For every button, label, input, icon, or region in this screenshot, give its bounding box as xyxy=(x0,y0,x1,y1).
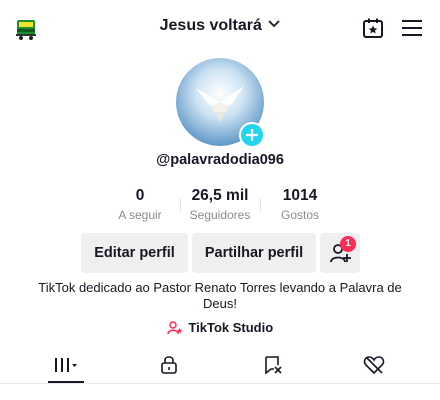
username: @palavradodia096 xyxy=(156,152,284,168)
heart-hidden-icon xyxy=(363,356,385,375)
notification-badge: 1 xyxy=(340,236,356,252)
repost-icon xyxy=(265,356,282,375)
plus-icon xyxy=(246,129,258,141)
active-tab-indicator xyxy=(48,381,84,383)
following-stat[interactable]: 0 A seguir xyxy=(100,186,180,222)
followers-count: 26,5 mil xyxy=(191,187,249,204)
likes-count: 1014 xyxy=(282,187,318,204)
grid-icon xyxy=(55,358,77,372)
likes-stat[interactable]: 1014 Gostos xyxy=(260,186,340,222)
chevron-down-icon xyxy=(268,20,280,28)
account-title: Jesus voltará xyxy=(159,17,262,34)
calendar-star-icon[interactable] xyxy=(362,17,384,39)
following-count: 0 xyxy=(135,187,145,204)
profile-stats: 0 A seguir 26,5 mil Seguidores 1014 Gost… xyxy=(100,186,340,226)
share-profile-button[interactable]: Partilhar perfil xyxy=(192,233,316,273)
hamburger-menu-icon[interactable] xyxy=(402,19,422,37)
add-profile-photo-button[interactable] xyxy=(239,122,265,148)
lock-icon xyxy=(161,356,177,374)
tab-reposts[interactable] xyxy=(243,348,303,382)
tiktok-studio-link[interactable]: TikTok Studio xyxy=(0,320,440,336)
edit-profile-button[interactable]: Editar perfil xyxy=(81,233,188,273)
tab-liked[interactable] xyxy=(344,348,404,382)
top-bar: Jesus voltará xyxy=(0,0,440,56)
studio-icon xyxy=(167,320,183,334)
profile-tabs xyxy=(0,348,440,384)
followers-label: Seguidores xyxy=(189,208,251,222)
likes-label: Gostos xyxy=(280,208,319,222)
profile-bio: TikTok dedicado ao Pastor Renato Torres … xyxy=(38,280,402,311)
tab-videos[interactable] xyxy=(36,348,96,382)
tab-private[interactable] xyxy=(139,348,199,382)
followers-stat[interactable]: 26,5 mil Seguidores xyxy=(180,186,260,222)
tiktok-studio-label: TikTok Studio xyxy=(188,320,274,335)
following-label: A seguir xyxy=(118,208,162,222)
